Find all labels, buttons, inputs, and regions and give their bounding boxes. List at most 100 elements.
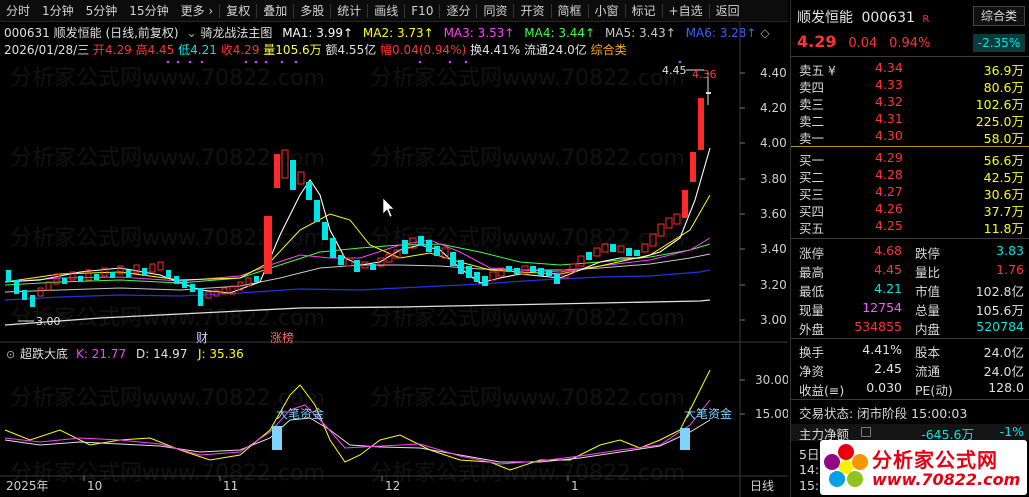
expand-box-icon[interactable]	[861, 427, 871, 437]
candle	[94, 274, 99, 280]
signal-dot	[264, 60, 268, 64]
ask-row[interactable]: 卖三 4.32 102.6万	[791, 94, 1029, 112]
price-change: 0.04	[848, 36, 878, 51]
candle	[297, 171, 305, 185]
signal-label: 大笔资金	[684, 406, 732, 421]
stat-label: 内盘	[915, 322, 941, 337]
kdj-d-value: D: 14.97	[136, 347, 187, 361]
ask-price: 4.32	[875, 94, 903, 109]
stat-row: 换手 4.41% 股本 24.0亿	[791, 342, 1029, 360]
bid-row[interactable]: 买二 4.28 42.5万	[791, 167, 1029, 185]
candle	[213, 289, 220, 297]
stat-label: 换手	[799, 345, 825, 360]
candle	[14, 280, 19, 294]
candle	[474, 272, 480, 282]
signal-bar	[680, 428, 690, 450]
signal-dot	[166, 60, 170, 64]
flower-logo-icon	[824, 444, 868, 487]
y-tick-label: 3.20	[760, 278, 787, 292]
stat-label: PE(动)	[915, 383, 953, 398]
stat-row: 最低 4.21 市值 102.8亿	[791, 281, 1029, 299]
candle	[698, 98, 704, 150]
bid-price: 4.25	[875, 218, 903, 233]
limit-up-marker[interactable]: 涨榜	[270, 330, 294, 345]
sub-indicator-name[interactable]: 超跌大底	[20, 346, 68, 361]
petal	[852, 454, 868, 470]
x-axis-label: 12	[385, 479, 400, 493]
candle	[142, 268, 147, 276]
candle	[274, 154, 280, 188]
stat-value: 0.030	[866, 380, 902, 395]
stat-value: 1.76	[996, 262, 1024, 277]
candle	[450, 252, 456, 266]
ask-price: 4.34	[875, 60, 903, 75]
last-price: 4.29	[797, 32, 837, 51]
candle-limit-up	[264, 216, 272, 274]
bid-row[interactable]: 买三 4.27 30.6万	[791, 184, 1029, 202]
stat-label: 收益(≡)	[799, 383, 845, 398]
candle	[657, 223, 665, 237]
candle	[166, 270, 171, 278]
stat-value: 4.41%	[862, 342, 902, 357]
quote-panel: 顺发恒能 000631 R 综合类 4.29 0.04 0.94% -2.35%…	[790, 0, 1029, 497]
stat-label: 股本	[915, 345, 941, 360]
candle	[530, 266, 536, 272]
signal-dot	[418, 60, 422, 64]
candle	[577, 255, 585, 267]
sub-settings-icon[interactable]: ⊙	[6, 348, 15, 361]
trade-status: 交易状态: 闭市阶段 15:00:03	[799, 406, 968, 421]
ask-label: 卖一	[799, 131, 825, 146]
signal-dot	[176, 60, 180, 64]
bid-row[interactable]: 买五 4.25 11.8万	[791, 218, 1029, 236]
capital-flow-row[interactable]: 主力净额 -645.6万 -1%	[791, 424, 1029, 442]
kline-chart[interactable]: 4.40 4.20 4.00 3.80 3.60 3.40 3.20 3.00	[0, 0, 788, 497]
stat-row: 外盘 534855 内盘 520784	[791, 319, 1029, 337]
low-mark-label: 3.00	[36, 315, 61, 328]
stat-row: 最高 4.45 量比 1.76	[791, 262, 1029, 280]
stat-value: 105.6万	[975, 303, 1024, 318]
bid-price: 4.27	[875, 184, 903, 199]
candle	[322, 222, 328, 240]
candle	[690, 152, 696, 182]
ask-row[interactable]: 卖五 ¥ 4.34 36.9万	[791, 60, 1029, 78]
y-tick-label: 3.40	[760, 242, 787, 256]
candle	[418, 236, 424, 246]
tick-time: 15:	[799, 478, 820, 493]
stat-value: 520784	[976, 319, 1024, 334]
divider	[791, 338, 1029, 339]
candle	[30, 295, 35, 307]
signal-dot	[678, 60, 682, 64]
signal-dot	[188, 60, 192, 64]
candle	[626, 248, 632, 256]
candle	[254, 276, 259, 282]
ask-row[interactable]: 卖四 4.33 80.6万	[791, 77, 1029, 95]
ask-price: 4.31	[875, 111, 903, 126]
bid-row[interactable]: 买四 4.26 37.7万	[791, 201, 1029, 219]
candle	[458, 260, 464, 274]
ask-price: 4.33	[875, 77, 903, 92]
candle	[601, 243, 609, 253]
price-line: 4.29 0.04 0.94%	[797, 32, 930, 51]
candle	[506, 266, 512, 272]
bid-price: 4.26	[875, 201, 903, 216]
candle	[586, 252, 592, 260]
category-button[interactable]: 综合类	[973, 6, 1025, 26]
bid-row[interactable]: 买一 4.29 56.6万	[791, 150, 1029, 168]
y-tick-label: 4.40	[760, 66, 787, 80]
ask-row[interactable]: 卖二 4.31 225.0万	[791, 111, 1029, 129]
candle	[354, 260, 360, 272]
stat-label: 市值	[915, 284, 941, 299]
candle	[402, 240, 408, 254]
ask-row[interactable]: 卖一 4.30 58.0万	[791, 128, 1029, 146]
candle	[330, 238, 336, 258]
candle	[37, 287, 44, 297]
ask-volume: 58.0万	[983, 131, 1024, 146]
stat-label: 最低	[799, 284, 825, 299]
stock-name: 顺发恒能	[797, 10, 853, 26]
stat-label: 净资	[799, 364, 825, 379]
signal-bar	[272, 426, 282, 450]
stat-label: 最高	[799, 265, 825, 280]
signal-dot	[294, 60, 298, 64]
signal-label: 大笔资金	[276, 406, 324, 421]
finance-marker[interactable]: 财	[196, 331, 208, 345]
